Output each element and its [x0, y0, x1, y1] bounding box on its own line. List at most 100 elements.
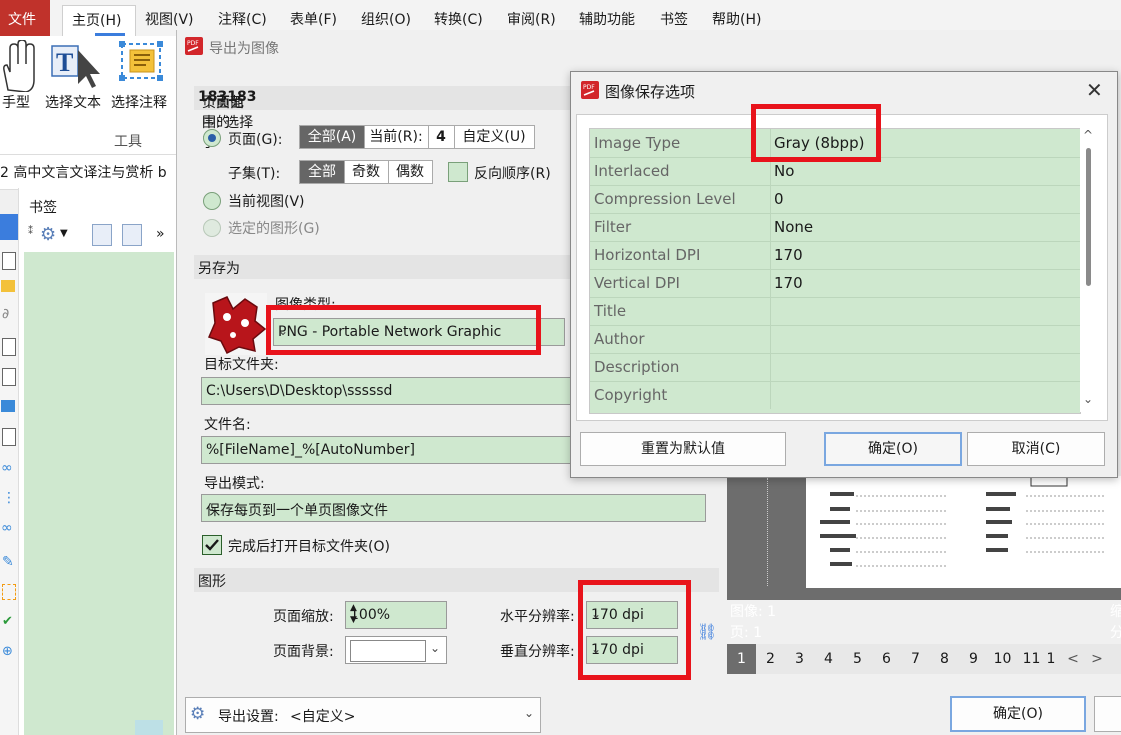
page-scale-spinner[interactable]: 100% ▲ ▼ [345, 601, 447, 629]
property-row[interactable]: Title [590, 297, 1080, 326]
menu-comment[interactable]: 注释(C) [218, 9, 267, 29]
range-custom-button[interactable]: 自定义(U) [454, 126, 534, 148]
page-button-6[interactable]: 6 [872, 644, 901, 674]
link-dpi-icon[interactable]: ⛓ [697, 622, 717, 641]
range-current-value[interactable]: 4 [428, 126, 455, 148]
gear-icon[interactable]: ⚙ [40, 224, 56, 245]
page-button-3[interactable]: 3 [785, 644, 814, 674]
menu-organize[interactable]: 组织(O) [361, 9, 411, 29]
page-button-8[interactable]: 8 [930, 644, 959, 674]
menu-bookmarks[interactable]: 书签 [660, 9, 688, 29]
subset-all-button[interactable]: 全部 [300, 161, 345, 183]
preview-image-label: 图像: 1 [730, 604, 777, 620]
sidebar-content-icon[interactable] [2, 428, 16, 446]
sidebar-tags-icon[interactable] [2, 584, 16, 600]
reverse-order-checkbox[interactable] [448, 162, 468, 182]
open-folder-label: 完成后打开目标文件夹(O) [228, 539, 390, 555]
select-annotation-icon[interactable] [118, 40, 168, 90]
options-scrollbar[interactable]: ^ ⌄ [1080, 128, 1098, 412]
scroll-down-icon[interactable]: ⌄ [1083, 392, 1093, 406]
sidebar-layers-icon[interactable] [2, 338, 16, 356]
export-mode-select[interactable]: 保存每页到一个单页图像文件 ⌄ [201, 494, 706, 522]
menu-file[interactable]: 文件 [0, 0, 50, 36]
column-divider [770, 381, 771, 409]
property-row[interactable]: Horizontal DPI 170 [590, 241, 1080, 270]
page-range-suffix: 个 [202, 95, 216, 111]
sidebar-tree-icon[interactable]: ⋮ [2, 490, 16, 506]
checkmark-icon [205, 539, 219, 551]
highlight-dpi [578, 580, 691, 680]
page-bg-color-picker[interactable]: ⌄ [345, 636, 447, 664]
property-row[interactable]: Description [590, 353, 1080, 382]
page-button-7[interactable]: 7 [901, 644, 930, 674]
add-child-bookmark-icon[interactable] [122, 224, 142, 246]
page-button-5[interactable]: 5 [843, 644, 872, 674]
options-cancel-button[interactable]: 取消(C) [967, 432, 1105, 466]
sidebar-bookmark-icon[interactable] [0, 214, 18, 240]
export-ok-button[interactable]: 确定(O) [950, 696, 1086, 732]
pages-radio[interactable] [203, 129, 221, 147]
menu-accessibility[interactable]: 辅助功能 [579, 9, 635, 29]
options-ok-button[interactable]: 确定(O) [824, 432, 962, 466]
document-tab-bar: 2 高中文言文译注与赏析 b [0, 154, 176, 190]
next-page-icon[interactable]: > [1083, 644, 1111, 674]
document-tab[interactable]: 2 高中文言文译注与赏析 b [0, 162, 167, 182]
chevron-down-icon: ⌄ [429, 641, 440, 655]
range-current-button[interactable]: 当前(R): [364, 126, 429, 148]
export-settings-select[interactable]: ⚙ 导出设置: <自定义> ⌄ [185, 697, 541, 733]
hand-icon[interactable] [0, 40, 36, 92]
page-button-1[interactable]: 1 [727, 644, 756, 674]
filename-input[interactable]: %[FileName]_%[AutoNumber] [201, 436, 581, 464]
add-bookmark-icon[interactable] [92, 224, 112, 246]
sidebar-comment-icon[interactable] [1, 280, 15, 292]
range-all-button[interactable]: 全部(A) [300, 126, 365, 148]
page-button-9[interactable]: 9 [959, 644, 988, 674]
menu-convert[interactable]: 转换(C) [434, 9, 483, 29]
page-button-2[interactable]: 2 [756, 644, 785, 674]
current-view-radio[interactable] [203, 192, 221, 210]
folder-input[interactable]: C:\Users\D\Desktop\sssssd [201, 377, 581, 405]
page-button-12-partial[interactable]: 1 [1045, 644, 1057, 674]
sidebar-chain-icon[interactable]: ∞ [1, 520, 13, 536]
property-value: 170 [774, 246, 803, 264]
column-divider [770, 297, 771, 325]
reverse-order-label: 反向顺序(R) [474, 166, 551, 182]
property-row[interactable]: Vertical DPI 170 [590, 269, 1080, 298]
sidebar-check-icon[interactable]: ✔ [2, 614, 13, 629]
page-button-10[interactable]: 10 [988, 644, 1017, 674]
open-folder-checkbox[interactable] [202, 535, 222, 555]
subset-selector: 全部 奇数 偶数 [299, 160, 433, 184]
sidebar-attachment-icon[interactable]: ∂ [2, 306, 9, 322]
select-text-label: 选择文本 [45, 95, 101, 111]
spinner-arrows-icon[interactable]: ▲ ▼ [350, 602, 441, 626]
select-text-icon[interactable]: T [50, 40, 104, 90]
scroll-up-icon[interactable]: ^ [1083, 128, 1093, 142]
selected-shape-label: 选定的图形(G) [228, 221, 320, 237]
menu-help[interactable]: 帮助(H) [712, 9, 761, 29]
sidebar-signature-icon[interactable] [2, 368, 16, 386]
page-button-11[interactable]: 11 [1017, 644, 1046, 674]
chevron-down-icon[interactable]: ▼ [60, 228, 68, 239]
subset-even-button[interactable]: 偶数 [388, 161, 432, 183]
sidebar-accessibility-icon[interactable]: ⊕ [2, 644, 13, 659]
reset-defaults-button[interactable]: 重置为默认值 [580, 432, 786, 466]
menu-view[interactable]: 视图(V) [145, 9, 194, 29]
page-button-4[interactable]: 4 [814, 644, 843, 674]
menu-form[interactable]: 表单(F) [290, 9, 337, 29]
subset-odd-button[interactable]: 奇数 [344, 161, 389, 183]
more-icon[interactable]: » [156, 226, 165, 242]
collapse-icon[interactable]: ⁑ [28, 226, 33, 237]
property-row[interactable]: Filter None [590, 213, 1080, 242]
property-row[interactable]: Compression Level 0 [590, 185, 1080, 214]
menu-review[interactable]: 审阅(R) [507, 9, 556, 29]
scrollbar-thumb[interactable] [1086, 148, 1091, 286]
close-icon[interactable]: ✕ [1086, 78, 1103, 102]
property-row[interactable]: Copyright [590, 381, 1080, 409]
export-cancel-button-partial[interactable] [1094, 696, 1121, 732]
sidebar-edit-icon[interactable]: ✎ [2, 554, 14, 570]
sidebar-stack-icon[interactable] [1, 400, 15, 412]
sidebar-page-icon[interactable] [2, 252, 16, 270]
property-row[interactable]: Author [590, 325, 1080, 354]
sidebar-link-icon[interactable]: ∞ [1, 460, 13, 476]
menu-home-label: 主页(H) [72, 13, 122, 29]
